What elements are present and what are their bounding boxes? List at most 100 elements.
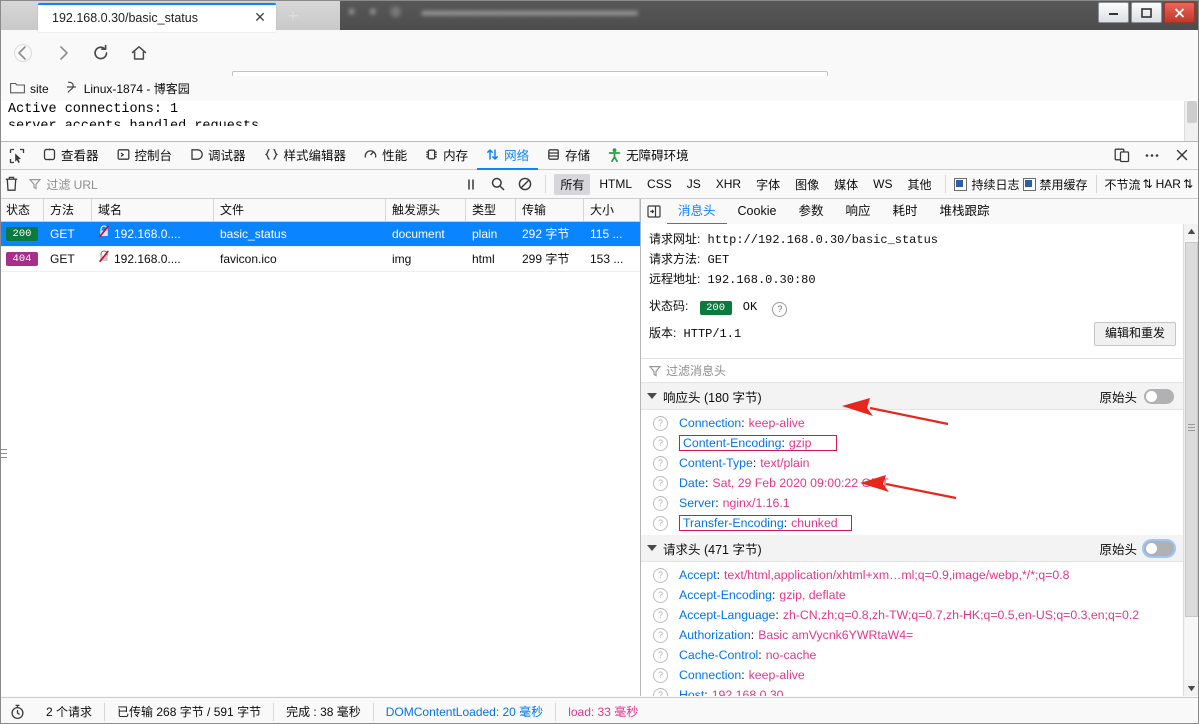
browser-tab[interactable]: 192.168.0.30/basic_status ✕ (38, 3, 276, 32)
filter-type-all[interactable]: 所有 (554, 173, 591, 195)
toggle-details-pane-icon[interactable] (641, 205, 667, 218)
filter-type-other[interactable]: 其他 (901, 174, 937, 195)
new-tab-button[interactable]: + (282, 6, 304, 28)
devtools-close-icon[interactable] (1169, 143, 1195, 167)
help-icon[interactable]: ? (653, 587, 668, 603)
search-icon[interactable] (486, 173, 510, 195)
column-header-domain[interactable]: 域名 (92, 199, 214, 221)
devtools-tab-console[interactable]: 控制台 (108, 142, 182, 170)
page-scrollbar-thumb[interactable] (1187, 101, 1197, 123)
details-scrollbar[interactable] (1183, 224, 1199, 696)
filter-type-font[interactable]: 字体 (750, 174, 786, 195)
help-icon[interactable]: ? (653, 627, 668, 643)
devtools-tab-storage[interactable]: 存储 (538, 142, 599, 170)
disable-cache-checkbox[interactable]: 禁用缓存 (1022, 176, 1088, 193)
element-picker-icon[interactable] (0, 143, 34, 169)
filter-type-xhr[interactable]: XHR (710, 175, 747, 193)
details-tab-timings[interactable]: 耗时 (881, 199, 928, 225)
header-row-content-encoding[interactable]: ? Content-Encoding: gzip (641, 433, 1184, 453)
throttle-select[interactable]: 不节流 ⇅ (1105, 176, 1153, 193)
details-tab-response[interactable]: 响应 (834, 199, 881, 225)
edit-and-resend-button[interactable]: 编辑和重发 (1093, 322, 1176, 346)
header-row[interactable]: ? Accept-Encoding: gzip, deflate (641, 585, 1184, 605)
filter-type-ws[interactable]: WS (867, 175, 898, 193)
header-row[interactable]: ? Date: Sat, 29 Feb 2020 09:00:22 GMT (641, 473, 1184, 493)
header-row-transfer-encoding[interactable]: ? Transfer-Encoding: chunked (641, 513, 1184, 533)
column-header-file[interactable]: 文件 (214, 199, 386, 221)
header-row[interactable]: ? Accept-Language: zh-CN,zh;q=0.8,zh-TW;q=… (641, 605, 1184, 625)
column-header-cause[interactable]: 触发源头 (386, 199, 466, 221)
scroll-up-icon[interactable] (1184, 224, 1199, 239)
devtools-tab-network[interactable]: 网络 (477, 142, 539, 170)
pause-icon[interactable] (459, 173, 483, 195)
maximize-button[interactable] (1131, 2, 1162, 23)
raw-headers-toggle[interactable] (1144, 540, 1174, 556)
devtools-tab-memory[interactable]: 内存 (416, 142, 477, 170)
column-header-status[interactable]: 状态 (0, 199, 44, 221)
help-icon[interactable]: ? (653, 515, 668, 531)
details-tab-params[interactable]: 参数 (787, 199, 834, 225)
filter-url-input[interactable]: 过滤 URL (23, 174, 459, 194)
header-row[interactable]: ? Host: 192.168.0.30 (641, 685, 1184, 696)
help-icon[interactable]: ? (653, 687, 668, 696)
help-icon[interactable]: ? (653, 567, 668, 583)
help-icon[interactable]: ? (653, 647, 668, 663)
scroll-down-icon[interactable] (1184, 681, 1199, 696)
headers-filter-input[interactable]: 过滤消息头 (641, 358, 1184, 383)
header-row[interactable]: ? Connection: keep-alive (641, 665, 1184, 685)
home-button[interactable] (124, 38, 154, 68)
filter-type-js[interactable]: JS (681, 175, 707, 193)
page-scrollbar[interactable] (1184, 101, 1199, 141)
details-tab-stacktrace[interactable]: 堆栈跟踪 (928, 199, 1000, 225)
details-tab-headers[interactable]: 消息头 (667, 199, 727, 225)
devtools-tab-performance[interactable]: 性能 (355, 142, 416, 170)
reload-button[interactable] (86, 38, 116, 68)
header-row[interactable]: ? Cache-Control: no-cache (641, 645, 1184, 665)
response-headers-section-header[interactable]: 响应头 (180 字节) 原始头 (641, 383, 1184, 410)
help-icon[interactable]: ? (653, 455, 668, 471)
help-icon[interactable]: ? (653, 667, 668, 683)
bookmark-item-linux1874[interactable]: Linux-1874 - 博客园 (65, 80, 190, 97)
clear-requests-icon[interactable] (0, 171, 23, 198)
request-headers-section-header[interactable]: 请求头 (471 字节) 原始头 (641, 535, 1184, 562)
filter-type-css[interactable]: CSS (641, 175, 678, 193)
back-button[interactable] (8, 38, 38, 68)
table-row[interactable]: 404 GET 192.168.0.... favicon.ico img ht… (0, 247, 640, 272)
details-tab-cookies[interactable]: Cookie (727, 199, 788, 225)
header-row[interactable]: ? Authorization: Basic amVycnk6YWRtaW4= (641, 625, 1184, 645)
devtools-tab-style-editor[interactable]: 样式编辑器 (255, 142, 356, 170)
filter-type-image[interactable]: 图像 (789, 174, 825, 195)
devtools-more-icon[interactable] (1139, 143, 1165, 167)
help-icon[interactable]: ? (653, 475, 668, 491)
help-icon[interactable]: ? (772, 302, 788, 317)
minimize-button[interactable] (1098, 2, 1129, 23)
column-header-transfer[interactable]: 传输 (516, 199, 584, 221)
devtools-tab-accessibility[interactable]: 无障碍环境 (599, 142, 698, 170)
block-requests-icon[interactable] (513, 173, 537, 195)
help-icon[interactable]: ? (653, 435, 668, 451)
filter-type-media[interactable]: 媒体 (828, 174, 864, 195)
header-row[interactable]: ? Connection: keep-alive (641, 413, 1184, 433)
responsive-design-mode-icon[interactable] (1109, 143, 1135, 167)
har-select[interactable]: HAR ⇅ (1156, 177, 1193, 191)
table-row[interactable]: 200 GET 192.168.0.... basic_status docum… (0, 222, 640, 247)
close-button[interactable] (1164, 2, 1195, 23)
filter-type-html[interactable]: HTML (593, 175, 638, 193)
column-header-type[interactable]: 类型 (466, 199, 516, 221)
column-header-method[interactable]: 方法 (44, 199, 92, 221)
devtools-tab-debugger[interactable]: 调试器 (181, 142, 255, 170)
raw-headers-toggle[interactable] (1144, 388, 1174, 404)
forward-button[interactable] (48, 38, 78, 68)
help-icon[interactable]: ? (653, 415, 668, 431)
header-row[interactable]: ? Content-Type: text/plain (641, 453, 1184, 473)
column-header-size[interactable]: 大小 (584, 199, 640, 221)
pane-splitter[interactable] (1, 449, 7, 463)
bookmark-item-site[interactable]: site (10, 81, 49, 97)
help-icon[interactable]: ? (653, 607, 668, 623)
header-row[interactable]: ? Server: nginx/1.16.1 (641, 493, 1184, 513)
close-tab-icon[interactable]: ✕ (252, 9, 268, 25)
persist-logs-checkbox[interactable]: 持续日志 (954, 176, 1020, 193)
devtools-tab-inspector[interactable]: 查看器 (34, 142, 108, 170)
help-icon[interactable]: ? (653, 495, 668, 511)
header-row[interactable]: ? Accept: text/html,application/xhtml+xm…m… (641, 565, 1184, 585)
